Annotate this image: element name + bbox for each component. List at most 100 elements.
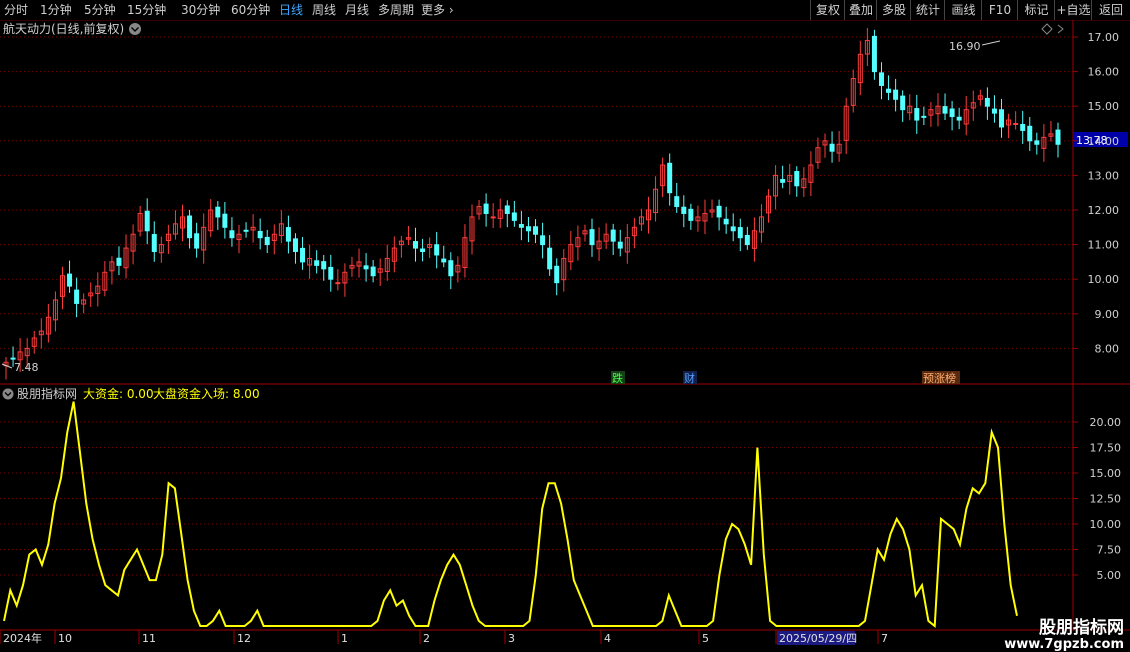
candle-body bbox=[518, 224, 524, 228]
toolbar-button-1[interactable]: 叠加 bbox=[844, 0, 877, 20]
candle-body bbox=[434, 244, 440, 256]
candle-body bbox=[737, 227, 743, 239]
candle-body bbox=[215, 206, 221, 218]
toolbar-button-2[interactable]: 多股 bbox=[876, 0, 911, 20]
candle-body bbox=[448, 260, 454, 277]
candle-body bbox=[511, 212, 517, 221]
candle-body bbox=[363, 265, 369, 270]
chevron-right-icon[interactable] bbox=[1057, 24, 1064, 34]
time-tick-label: 2024年 bbox=[3, 631, 42, 645]
candle-body bbox=[617, 241, 623, 249]
indicator-tick-label: 10.00 bbox=[1090, 518, 1122, 531]
price-tick-label: 17.00 bbox=[1088, 31, 1120, 44]
candle-body bbox=[886, 88, 892, 93]
candle-body bbox=[1034, 140, 1040, 145]
candle-body bbox=[674, 196, 680, 208]
candle-body bbox=[1020, 124, 1026, 131]
candle-body bbox=[949, 108, 955, 118]
candle-body bbox=[194, 233, 200, 249]
indicator-series bbox=[3, 401, 1018, 629]
candle-body bbox=[229, 230, 235, 239]
period-tab-5[interactable]: 60分钟 bbox=[231, 0, 270, 20]
period-tab-2[interactable]: 5分钟 bbox=[84, 0, 116, 20]
price-tick-label: 11.00 bbox=[1088, 239, 1120, 252]
candle-body bbox=[264, 236, 270, 246]
diamond-icon[interactable] bbox=[1041, 23, 1053, 35]
period-tab-8[interactable]: 月线 bbox=[345, 0, 369, 20]
high-price-label: 16.90 bbox=[949, 40, 981, 53]
candle-body bbox=[321, 261, 327, 270]
time-tick-label: 2025/05/29/四 bbox=[779, 632, 857, 645]
toolbar-button-0[interactable]: 复权 bbox=[810, 0, 845, 20]
candle-body bbox=[116, 257, 122, 266]
candle-body bbox=[900, 95, 906, 111]
toolbar-button-6[interactable]: 标记 bbox=[1017, 0, 1055, 20]
period-tab-10[interactable]: 更多 › bbox=[421, 0, 454, 20]
candle-body bbox=[314, 260, 320, 266]
indicator-value-axis: 20.00 17.50 15.00 12.50 10.00 7.50 5.00 bbox=[1073, 416, 1121, 582]
candle-body bbox=[328, 266, 334, 280]
period-tab-0[interactable]: 分时 bbox=[4, 0, 28, 20]
indicator-title: 股朋指标网 bbox=[17, 386, 77, 401]
price-tick-label: 9.00 bbox=[1095, 308, 1120, 321]
stock-title: 航天动力(日线,前复权) bbox=[3, 21, 124, 36]
candle-body bbox=[589, 229, 595, 246]
candle-body bbox=[370, 266, 376, 277]
indicator-tick-label: 12.50 bbox=[1090, 493, 1122, 506]
candle-body bbox=[991, 108, 997, 114]
time-tick-label: 12 bbox=[237, 632, 251, 645]
price-tick-label: 15.00 bbox=[1088, 100, 1120, 113]
candle-body bbox=[74, 289, 80, 304]
time-tick-label: 10 bbox=[58, 632, 72, 645]
candle-body bbox=[187, 215, 193, 239]
period-tab-3[interactable]: 15分钟 bbox=[127, 0, 166, 20]
indicator-dropdown-icon[interactable] bbox=[2, 388, 14, 400]
price-axis: 17.00 16.00 15.00 14.00 13.00 12.00 11.00 10.00… bbox=[1073, 31, 1119, 355]
time-tick-label: 7 bbox=[881, 632, 888, 645]
candle-body bbox=[893, 89, 899, 100]
candle-body bbox=[490, 216, 496, 219]
period-tab-4[interactable]: 30分钟 bbox=[181, 0, 220, 20]
price-tick-label: 14.00 bbox=[1088, 135, 1120, 148]
title-dropdown-icon[interactable] bbox=[129, 23, 141, 35]
watermark-title: 股朋指标网 bbox=[1039, 618, 1124, 638]
candle-body bbox=[744, 234, 750, 246]
candle-body bbox=[335, 282, 341, 285]
candle-body bbox=[420, 248, 426, 253]
candle-body bbox=[413, 241, 419, 249]
toolbar: 分时 1分钟 5分钟 15分钟 30分钟 60分钟 日线 周线 月线 多周期 更多 › 复权 叠加 多股统… bbox=[0, 0, 1130, 21]
candle-body bbox=[222, 213, 228, 228]
toolbar-button-7[interactable]: +自选 bbox=[1054, 0, 1092, 20]
period-tab-9[interactable]: 多周期 bbox=[378, 0, 414, 20]
toolbar-button-8[interactable]: 返回 bbox=[1091, 0, 1130, 20]
event-marker-finance-label: 财 bbox=[684, 371, 695, 385]
indicator-value-1: 大资金: 0.00 bbox=[83, 386, 154, 401]
event-marker-drop-label: 跌 bbox=[612, 371, 623, 385]
toolbar-button-3[interactable]: 统计 bbox=[910, 0, 945, 20]
price-tick-label: 8.00 bbox=[1095, 342, 1120, 355]
candle-body bbox=[441, 258, 447, 263]
indicator-value-2: 大盘资金入场: 8.00 bbox=[153, 386, 260, 401]
indicator-tick-label: 15.00 bbox=[1090, 467, 1122, 480]
time-axis: 2024年 10 11 12 1 2 3 4 5 2025/05/29/四 7 bbox=[0, 630, 888, 645]
time-tick-label: 5 bbox=[702, 632, 709, 645]
indicator-tick-label: 7.50 bbox=[1097, 544, 1122, 557]
candle-body bbox=[829, 143, 835, 152]
candle-body bbox=[999, 109, 1005, 128]
candle-body bbox=[688, 208, 694, 221]
candle-body bbox=[878, 72, 884, 86]
toolbar-button-5[interactable]: F10 bbox=[981, 0, 1018, 20]
period-tab-6[interactable]: 日线 bbox=[279, 0, 303, 20]
period-tab-7[interactable]: 周线 bbox=[312, 0, 336, 20]
candlestick-series bbox=[3, 27, 1061, 380]
candle-body bbox=[1055, 129, 1061, 145]
candle-body bbox=[1013, 123, 1019, 125]
toolbar-button-4[interactable]: 画线 bbox=[944, 0, 982, 20]
period-tab-1[interactable]: 1分钟 bbox=[40, 0, 72, 20]
time-tick-label: 1 bbox=[341, 632, 348, 645]
candle-body bbox=[723, 218, 729, 225]
candle-body bbox=[243, 229, 249, 232]
time-tick-label: 2 bbox=[423, 632, 430, 645]
indicator-grid bbox=[0, 421, 1073, 576]
time-tick-label: 11 bbox=[142, 632, 156, 645]
